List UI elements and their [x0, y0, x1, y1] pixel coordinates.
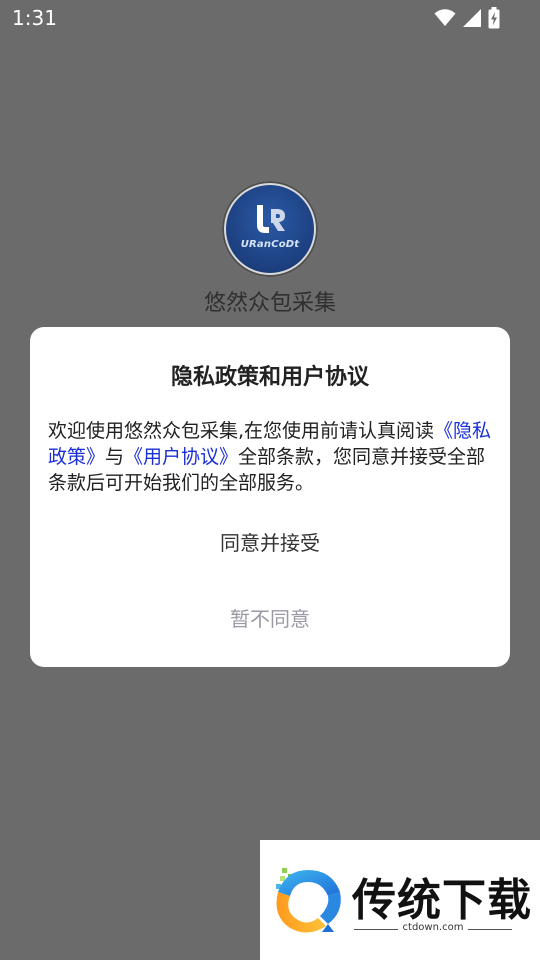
battery-charging-icon — [488, 7, 500, 29]
watermark-title: 传统下载 — [352, 875, 532, 926]
watermark-divider-left — [354, 929, 398, 930]
dialog-body: 欢迎使用悠然众包采集,在您使用前请认真阅读《隐私政策》与《用户协议》全部条款，您… — [48, 418, 496, 496]
logo-mark-icon — [257, 205, 285, 233]
app-logo: URanCoDt — [222, 181, 318, 277]
signal-icon — [463, 9, 481, 27]
dialog-title: 隐私政策和用户协议 — [170, 365, 369, 390]
watermark-divider-right — [468, 929, 512, 930]
dialog-body-text-2: 与 — [105, 446, 125, 468]
dialog-body-text-1: 欢迎使用悠然众包采集,在您使用前请认真阅读 — [48, 420, 435, 442]
agree-button[interactable]: 同意并接受 — [30, 523, 510, 563]
watermark: 传统下载 ctdown.com — [260, 840, 540, 960]
logo-text: URanCoDt — [240, 239, 300, 250]
watermark-logo-icon — [276, 868, 341, 933]
app-name: 悠然众包采集 — [203, 291, 336, 316]
wifi-icon — [434, 9, 456, 26]
user-agreement-link[interactable]: 《用户协议》 — [124, 446, 238, 468]
watermark-url: ctdown.com — [402, 922, 464, 933]
privacy-dialog: 隐私政策和用户协议 欢迎使用悠然众包采集,在您使用前请认真阅读《隐私政策》与《用… — [30, 327, 510, 667]
app-logo-badge: URanCoDt — [226, 185, 314, 273]
decline-button[interactable]: 暂不同意 — [30, 599, 510, 639]
status-bar: 1:31 — [0, 0, 540, 36]
status-time: 1:31 — [12, 6, 57, 30]
status-icons — [434, 7, 500, 29]
